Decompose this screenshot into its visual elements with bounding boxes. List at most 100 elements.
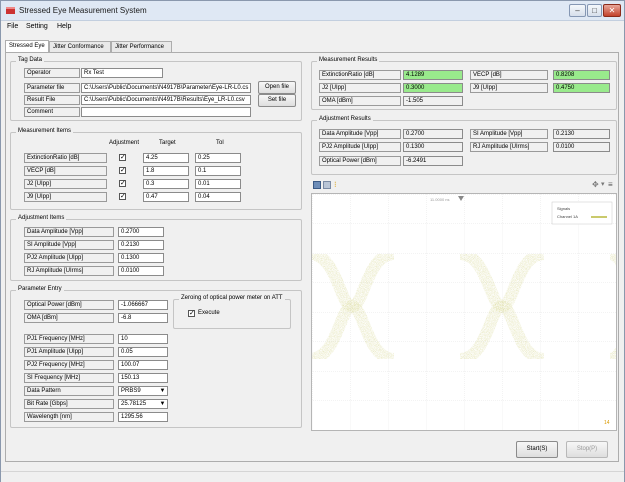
scope-marker-icon[interactable]: ⁝ — [334, 180, 337, 190]
tol-field[interactable]: 0.25 — [195, 153, 241, 163]
adjustment-items-title: Adjustment Items — [16, 215, 67, 221]
adj-item-field[interactable]: 0.0100 — [118, 266, 164, 276]
bit-rate-value: 25.78125 — [121, 401, 147, 407]
j2-value: 0.3000 — [403, 83, 463, 93]
legend-title: Signals — [557, 206, 570, 211]
tol-field[interactable]: 0.04 — [195, 192, 241, 202]
adjustment-header: Adjustment — [109, 140, 140, 146]
wavelength-field[interactable]: 1295.56 — [118, 412, 168, 422]
open-file-button[interactable]: Open file — [258, 81, 296, 94]
si-amp-result-value: 0.2130 — [553, 129, 610, 139]
target-field[interactable]: 0.47 — [143, 192, 189, 202]
tol-field[interactable]: 0.1 — [195, 166, 241, 176]
parameter-file-field[interactable]: C:\Users\Public\Documents\N4917B\Paramet… — [81, 83, 251, 93]
oma-field[interactable]: -6.8 — [118, 313, 168, 323]
chevron-down-icon[interactable]: ▼ — [158, 387, 167, 395]
adjust-checkbox[interactable]: ✓ — [119, 180, 126, 187]
adjust-checkbox[interactable]: ✓ — [119, 154, 126, 161]
optical-power-result-label: Optical Power [dBm] — [319, 156, 401, 166]
menu-help[interactable]: Help — [57, 23, 71, 30]
menu-bar: File Setting Help — [1, 21, 624, 34]
zeroing-title: Zeroing of optical power meter on ATT — [179, 295, 285, 301]
menu-file[interactable]: File — [7, 23, 18, 30]
dropdown-arrow-icon[interactable]: ▾ — [601, 180, 605, 188]
eye-diagram-plot: 11.0000 ns Signals Channel 1A 14 — [308, 194, 625, 430]
result-file-label: Result File — [24, 95, 80, 105]
scope-view-icon[interactable] — [313, 181, 321, 189]
result-file-field[interactable]: C:\Users\Public\Documents\N4917B\Results… — [81, 95, 251, 105]
measurement-results-title: Measurement Results — [317, 57, 380, 63]
comment-label: Comment — [24, 107, 80, 117]
parameter-file-label: Parameter file — [24, 83, 80, 93]
meas-row-label: J2 [UIpp] — [24, 179, 107, 189]
parameter-entry-title: Parameter Entry — [16, 286, 64, 292]
data-pattern-label: Data Pattern — [24, 386, 114, 396]
param-row-field[interactable]: 150.13 — [118, 373, 168, 383]
menu-setting[interactable]: Setting — [26, 23, 48, 30]
scope-layout-icon[interactable] — [323, 181, 331, 189]
meas-row-label: ExtinctionRatio [dB] — [24, 153, 107, 163]
target-field[interactable]: 4.25 — [143, 153, 189, 163]
adj-item-label: PJ2 Amplitude [UIpp] — [24, 253, 114, 263]
execute-checkbox[interactable]: ✓ — [188, 310, 195, 317]
param-row-label: SI Frequency [MHz] — [24, 373, 114, 383]
bit-rate-label: Bit Rate [Gbps] — [24, 399, 114, 409]
meas-row-label: VECP [dB] — [24, 166, 107, 176]
menu-icon[interactable]: ≡ — [608, 180, 613, 189]
operator-field[interactable]: Rx Test — [81, 68, 163, 78]
data-pattern-value: PRBS9 — [121, 388, 141, 394]
tol-field[interactable]: 0.01 — [195, 179, 241, 189]
set-file-button[interactable]: Set file — [258, 94, 296, 107]
adj-item-field[interactable]: 0.2130 — [118, 240, 164, 250]
param-row-field[interactable]: 10 — [118, 334, 168, 344]
start-button[interactable]: Start(S) — [516, 441, 558, 458]
j2-label: J2 [UIpp] — [319, 83, 401, 93]
param-row-field[interactable]: 0.05 — [118, 347, 168, 357]
rj-amp-result-label: RJ Amplitude [UIrms] — [470, 142, 548, 152]
oma-result-label: OMA [dBm] — [319, 96, 401, 106]
optical-power-label: Optical Power [dBm] — [24, 300, 114, 310]
target-field[interactable]: 0.3 — [143, 179, 189, 189]
adj-item-field[interactable]: 0.1300 — [118, 253, 164, 263]
meas-row-label: J9 [UIpp] — [24, 192, 107, 202]
adj-item-field[interactable]: 0.2700 — [118, 227, 164, 237]
minimize-button[interactable]: – — [569, 4, 586, 17]
stop-button[interactable]: Stop(P) — [566, 441, 608, 458]
adjust-checkbox[interactable]: ✓ — [119, 167, 126, 174]
optical-power-result-value: -6.2491 — [403, 156, 463, 166]
er-label: ExtinctionRatio [dB] — [319, 70, 401, 80]
data-pattern-select[interactable]: PRBS9 ▼ — [118, 386, 168, 396]
tag-data-title: Tag Data — [16, 57, 45, 63]
marker-label: 11.0000 ns — [430, 197, 450, 202]
pj2-amp-result-value: 0.1300 — [403, 142, 463, 152]
oma-result-value: -1.505 — [403, 96, 463, 106]
measurement-items-title: Measurement Items — [16, 128, 74, 134]
adjust-checkbox[interactable]: ✓ — [119, 193, 126, 200]
chevron-down-icon[interactable]: ▼ — [158, 400, 167, 408]
data-amp-result-value: 0.2700 — [403, 129, 463, 139]
maximize-button[interactable]: □ — [587, 4, 602, 17]
scope-display[interactable]: 11.0000 ns Signals Channel 1A 14 — [308, 193, 625, 431]
adj-item-label: Data Amplitude [Vpp] — [24, 227, 114, 237]
param-row-field[interactable]: 100.07 — [118, 360, 168, 370]
optical-power-field[interactable]: -1.066667 — [118, 300, 168, 310]
rj-amp-result-value: 0.0100 — [553, 142, 610, 152]
bit-rate-select[interactable]: 25.78125 ▼ — [118, 399, 168, 409]
adj-item-label: SI Amplitude [Vpp] — [24, 240, 114, 250]
target-field[interactable]: 1.8 — [143, 166, 189, 176]
adjustment-results-title: Adjustment Results — [317, 116, 373, 122]
data-amp-result-label: Data Amplitude [Vpp] — [319, 129, 401, 139]
window-title: Stressed Eye Measurement System — [19, 6, 147, 15]
close-button[interactable]: ✕ — [603, 4, 621, 17]
vecp-label: VECP [dB] — [470, 70, 548, 80]
app-window: Stressed Eye Measurement System – □ ✕ Fi… — [0, 0, 625, 482]
param-row-label: PJ1 Frequency [MHz] — [24, 334, 114, 344]
param-row-label: PJ1 Amplitude [UIpp] — [24, 347, 114, 357]
target-header: Target — [159, 140, 176, 146]
status-bar — [1, 471, 624, 482]
param-row-label: PJ2 Frequency [MHz] — [24, 360, 114, 370]
er-value: 4.1289 — [403, 70, 463, 80]
comment-field[interactable] — [81, 107, 251, 117]
move-icon[interactable]: ✥ — [592, 180, 599, 189]
execute-label: Execute — [198, 310, 220, 316]
